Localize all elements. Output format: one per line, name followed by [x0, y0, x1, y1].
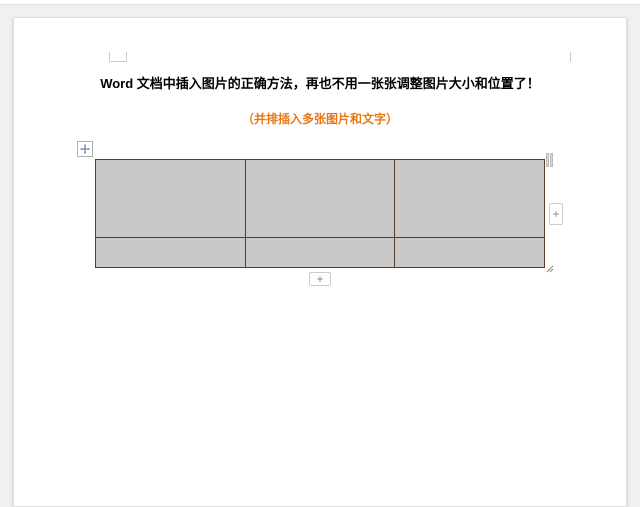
page-container: Word 文档中插入图片的正确方法，再也不用一张张调整图片大小和位置了！ （并排… — [0, 5, 640, 507]
resize-icon — [545, 264, 555, 274]
document-subtitle[interactable]: （并排插入多张图片和文字） — [14, 110, 626, 127]
move-icon — [80, 144, 90, 154]
table-row — [96, 160, 545, 238]
ruler-right-marker[interactable] — [570, 52, 572, 62]
table-resize-handle[interactable] — [545, 264, 555, 274]
col-marker[interactable] — [550, 153, 553, 167]
inserted-table[interactable] — [95, 159, 545, 268]
table-selection-wrapper: + + — [95, 159, 545, 268]
add-column-button[interactable]: + — [549, 203, 563, 225]
table-move-handle[interactable] — [77, 141, 93, 157]
column-markers — [546, 153, 553, 167]
add-row-button[interactable]: + — [309, 272, 331, 286]
ruler-indent-marker[interactable] — [109, 52, 127, 62]
table-cell[interactable] — [96, 238, 246, 268]
table-cell[interactable] — [245, 160, 395, 238]
table-row — [96, 238, 545, 268]
col-marker[interactable] — [546, 153, 549, 167]
document-title[interactable]: Word 文档中插入图片的正确方法，再也不用一张张调整图片大小和位置了！ — [14, 73, 626, 92]
table-cell[interactable] — [395, 238, 545, 268]
table-cell[interactable] — [245, 238, 395, 268]
table-cell[interactable] — [96, 160, 246, 238]
document-page[interactable]: Word 文档中插入图片的正确方法，再也不用一张张调整图片大小和位置了！ （并排… — [13, 17, 627, 507]
table-cell[interactable] — [395, 160, 545, 238]
